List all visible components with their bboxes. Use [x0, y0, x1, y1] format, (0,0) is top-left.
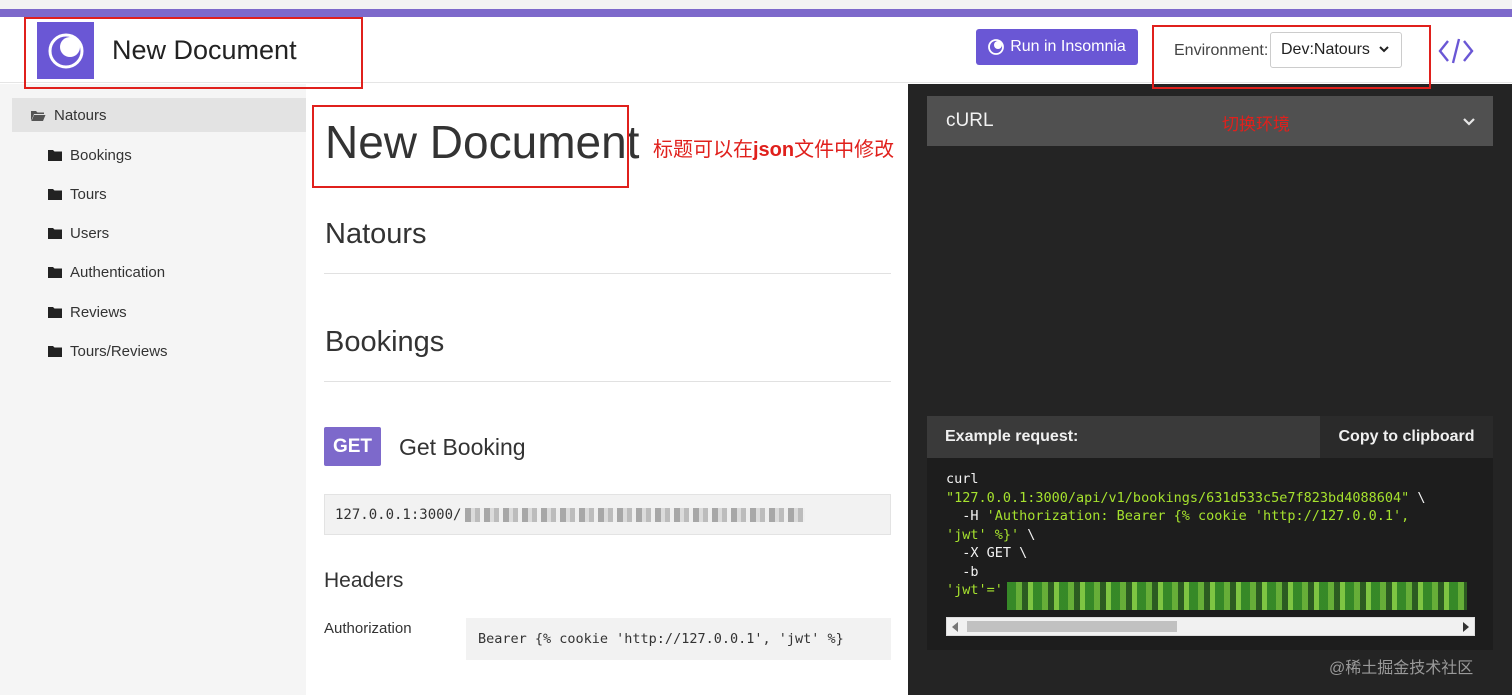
sidebar-item-reviews[interactable]: Reviews — [12, 295, 306, 329]
annotation-box-environment — [1152, 25, 1431, 89]
folder-icon — [48, 267, 62, 278]
code-line: -X GET \ — [946, 545, 1028, 561]
annotation-suffix: 文件中修改 — [794, 139, 895, 161]
code-toggle-icon[interactable] — [1438, 37, 1474, 65]
folder-open-icon — [31, 110, 46, 121]
annotation-box-header — [24, 17, 363, 89]
run-in-insomnia-button[interactable]: Run in Insomnia — [976, 29, 1138, 65]
divider — [324, 273, 891, 274]
sidebar-item-users[interactable]: Users — [12, 216, 306, 250]
folder-icon — [48, 228, 62, 239]
title-annotation: 标题可以在json文件中修改 — [653, 133, 894, 162]
sidebar-item-label: Reviews — [70, 303, 127, 321]
annotation-box-title — [312, 105, 629, 188]
header-value-authorization: Bearer {% cookie 'http://127.0.0.1', 'jw… — [466, 618, 891, 660]
example-request-label: Example request: — [945, 428, 1079, 445]
sidebar-item-label: Users — [70, 224, 110, 242]
sidebar-item-authentication[interactable]: Authentication — [12, 255, 306, 289]
code-line: "127.0.0.1:3000/api/v1/bookings/631d533c… — [946, 489, 1410, 506]
sidebar-item-label: Bookings — [70, 146, 132, 164]
sidebar — [0, 84, 306, 695]
insomnia-small-icon — [988, 39, 1005, 55]
horizontal-scrollbar[interactable] — [946, 617, 1475, 636]
chevron-down-icon — [1463, 118, 1475, 126]
code-line: curl — [946, 471, 979, 487]
sidebar-item-natours[interactable]: Natours — [12, 98, 306, 132]
blurred-token — [1007, 582, 1467, 610]
code-line-tail: \ — [1019, 526, 1036, 543]
language-select-value: cURL — [946, 110, 994, 131]
switch-environment-annotation: 切换环境 — [1222, 115, 1290, 134]
code-text: curl "127.0.0.1:3000/api/v1/bookings/631… — [946, 470, 1426, 600]
folder-icon — [48, 346, 62, 357]
scroll-right-arrow-icon[interactable] — [1463, 622, 1469, 632]
divider — [324, 381, 891, 382]
run-in-insomnia-label: Run in Insomnia — [1010, 38, 1126, 55]
section-heading-natours: Natours — [325, 218, 427, 250]
accent-bar — [0, 9, 1512, 17]
header-key-authorization: Authorization — [324, 620, 412, 637]
folder-icon — [48, 307, 62, 318]
blurred-url-path — [465, 507, 806, 522]
scroll-left-arrow-icon[interactable] — [952, 622, 958, 632]
http-method-badge: GET — [324, 427, 381, 466]
headers-heading: Headers — [324, 569, 404, 592]
sidebar-item-tours-reviews[interactable]: Tours/Reviews — [12, 334, 306, 368]
endpoint-title: Get Booking — [399, 434, 526, 460]
annotation-bold: json — [753, 139, 795, 161]
sidebar-item-label: Tours — [70, 185, 107, 203]
section-heading-bookings: Bookings — [325, 326, 445, 358]
sidebar-item-label: Authentication — [70, 263, 166, 281]
request-url: 127.0.0.1:3000/ — [324, 494, 891, 535]
folder-icon — [48, 189, 62, 200]
sidebar-item-label: Natours — [54, 106, 107, 124]
annotation-prefix: 标题可以在 — [653, 139, 753, 161]
sidebar-item-tours[interactable]: Tours — [12, 177, 306, 211]
copy-to-clipboard-button[interactable]: Copy to clipboard — [1320, 416, 1493, 458]
language-select[interactable]: cURL — [927, 96, 1493, 146]
code-line: -H — [946, 508, 987, 524]
browser-top-strip — [0, 0, 1512, 9]
code-line: 'jwt' %}' — [946, 526, 1020, 543]
scrollbar-thumb[interactable] — [967, 621, 1177, 632]
code-line-tail: \ — [1409, 489, 1426, 506]
folder-icon — [48, 150, 62, 161]
watermark: @稀土掘金技术社区 — [1329, 660, 1474, 677]
request-url-text: 127.0.0.1:3000/ — [335, 506, 462, 523]
code-line: -b — [946, 563, 979, 580]
sidebar-item-bookings[interactable]: Bookings — [12, 138, 306, 172]
code-line: 'jwt'=' — [946, 582, 1003, 598]
sidebar-item-label: Tours/Reviews — [70, 342, 168, 360]
code-line: 'Authorization: Bearer {% cookie 'http:/… — [986, 508, 1410, 524]
